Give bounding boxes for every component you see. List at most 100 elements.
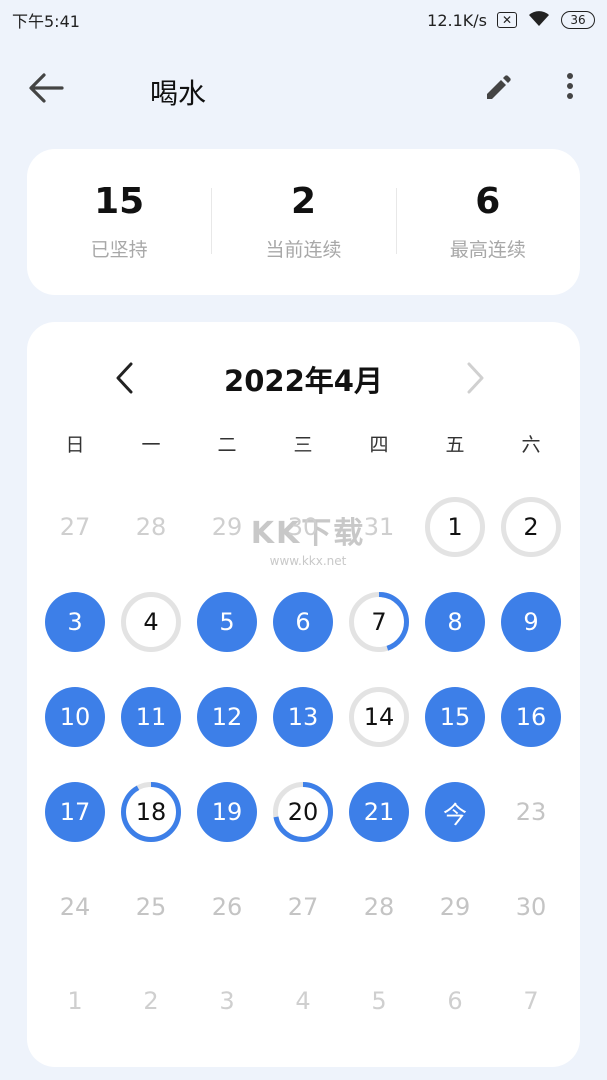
calendar-day-label: 4 (143, 608, 159, 636)
calendar-day-label: 27 (287, 893, 319, 921)
calendar-day-label: 11 (135, 703, 167, 731)
calendar-day[interactable]: 16 (501, 687, 561, 747)
calendar-day: 5 (348, 970, 410, 1032)
calendar-day: 4 (272, 970, 334, 1032)
calendar-day-label: 27 (59, 513, 91, 541)
app-bar: 喝水 (0, 50, 607, 126)
calendar-day[interactable]: 2 (500, 496, 562, 558)
calendar-day-label: 17 (59, 798, 91, 826)
back-button[interactable] (26, 70, 66, 106)
calendar-day[interactable]: 8 (425, 592, 485, 652)
wifi-icon (527, 9, 551, 31)
calendar-day: 30 (500, 876, 562, 938)
calendar-day[interactable]: 3 (45, 592, 105, 652)
calendar-day[interactable]: 9 (501, 592, 561, 652)
calendar-day-label: 30 (515, 893, 547, 921)
calendar-day: 23 (500, 781, 562, 843)
calendar-day: 29 (424, 876, 486, 938)
calendar-day[interactable]: 13 (273, 687, 333, 747)
calendar-day-label: 8 (447, 608, 463, 636)
calendar-day[interactable]: 18 (120, 781, 182, 843)
arrow-left-icon (29, 73, 64, 103)
calendar-day[interactable]: 4 (120, 591, 182, 653)
calendar-grid: 27 28 29 30 31 1 2 3 4 5 6 7 8 9 10 11 12 13 14 15 16 17 18 19 2… (27, 322, 580, 1067)
calendar-day-label: 20 (287, 798, 319, 826)
calendar-day: 28 (120, 496, 182, 558)
calendar-day-label: 10 (59, 703, 91, 731)
stat-total-value: 15 (94, 180, 145, 222)
calendar-day[interactable]: 19 (197, 782, 257, 842)
calendar-day[interactable]: 7 (348, 591, 410, 653)
calendar-day: 27 (272, 876, 334, 938)
calendar-day-label: 18 (135, 798, 167, 826)
calendar-day: 6 (424, 970, 486, 1032)
stats-card: 15 已坚持 2 当前连续 6 最高连续 (27, 149, 580, 295)
calendar-day-label: 19 (211, 798, 243, 826)
calendar-day[interactable]: 10 (45, 687, 105, 747)
edit-button[interactable] (482, 72, 514, 104)
stat-best-streak-label: 最高连续 (449, 239, 526, 262)
calendar-day-label: 26 (211, 893, 243, 921)
more-button[interactable] (556, 72, 584, 104)
calendar-day: 29 (196, 496, 258, 558)
battery-level: 36 (570, 13, 586, 27)
calendar-day[interactable]: 5 (197, 592, 257, 652)
calendar-day-label: 2 (143, 987, 159, 1015)
calendar-day-label: 3 (219, 987, 235, 1015)
calendar-day-label: 15 (439, 703, 471, 731)
calendar-day[interactable]: 21 (349, 782, 409, 842)
stat-current-streak-label: 当前连续 (265, 239, 342, 262)
calendar-day-label: 14 (363, 703, 395, 731)
calendar-day-label: 3 (67, 608, 83, 636)
calendar-day: 27 (44, 496, 106, 558)
calendar-day-label: 1 (447, 513, 463, 541)
calendar-day[interactable]: 1 (424, 496, 486, 558)
status-icons: 12.1K/s ✕ 36 (427, 9, 595, 31)
calendar-day-label: 4 (295, 987, 311, 1015)
calendar-day[interactable]: 15 (425, 687, 485, 747)
calendar-day[interactable]: 12 (197, 687, 257, 747)
calendar-day: 24 (44, 876, 106, 938)
calendar-day: 28 (348, 876, 410, 938)
stat-best-streak: 6 最高连续 (395, 180, 580, 263)
calendar-day[interactable]: 6 (273, 592, 333, 652)
calendar-day-label: 28 (135, 513, 167, 541)
stat-best-streak-value: 6 (475, 180, 501, 222)
calendar-day-label: 12 (211, 703, 243, 731)
calendar-day-label: 今 (443, 800, 467, 829)
calendar-day[interactable]: 17 (45, 782, 105, 842)
calendar-day: 1 (44, 970, 106, 1032)
calendar-day-label: 21 (363, 798, 395, 826)
calendar-day-label: 13 (287, 703, 319, 731)
stat-total-label: 已坚持 (90, 239, 148, 262)
calendar-day-label: 31 (363, 513, 395, 541)
calendar-day-label: 29 (439, 893, 471, 921)
calendar-day-label: 6 (295, 608, 311, 636)
more-vertical-icon (567, 73, 573, 99)
calendar-card: 2022年4月 日 一 二 三 四 五 六 27 28 29 30 31 1 2 3 4 5 6 7 8… (27, 322, 580, 1067)
calendar-day-label: 16 (515, 703, 547, 731)
stat-total: 15 已坚持 (27, 182, 211, 263)
calendar-day[interactable]: 今 (425, 782, 485, 842)
network-speed: 12.1K/s (427, 10, 487, 30)
pencil-icon (487, 75, 511, 99)
no-sim-icon: ✕ (497, 12, 517, 28)
calendar-day: 26 (196, 876, 258, 938)
calendar-day-label: 28 (363, 893, 395, 921)
calendar-day-label: 29 (211, 513, 243, 541)
battery-icon: 36 (561, 11, 595, 29)
calendar-day-label: 7 (371, 608, 387, 636)
stat-current-streak: 2 当前连续 (211, 182, 395, 263)
page-title: 喝水 (150, 77, 207, 110)
calendar-day: 25 (120, 876, 182, 938)
status-time: 下午5:41 (12, 12, 80, 31)
calendar-day-label: 1 (67, 987, 83, 1015)
calendar-day[interactable]: 20 (272, 781, 334, 843)
calendar-day[interactable]: 11 (121, 687, 181, 747)
calendar-day: 7 (500, 970, 562, 1032)
calendar-day[interactable]: 14 (348, 686, 410, 748)
calendar-day-label: 24 (59, 893, 91, 921)
status-bar: 下午5:41 12.1K/s ✕ 36 (0, 0, 607, 40)
calendar-day: 3 (196, 970, 258, 1032)
calendar-day-label: 2 (523, 513, 539, 541)
